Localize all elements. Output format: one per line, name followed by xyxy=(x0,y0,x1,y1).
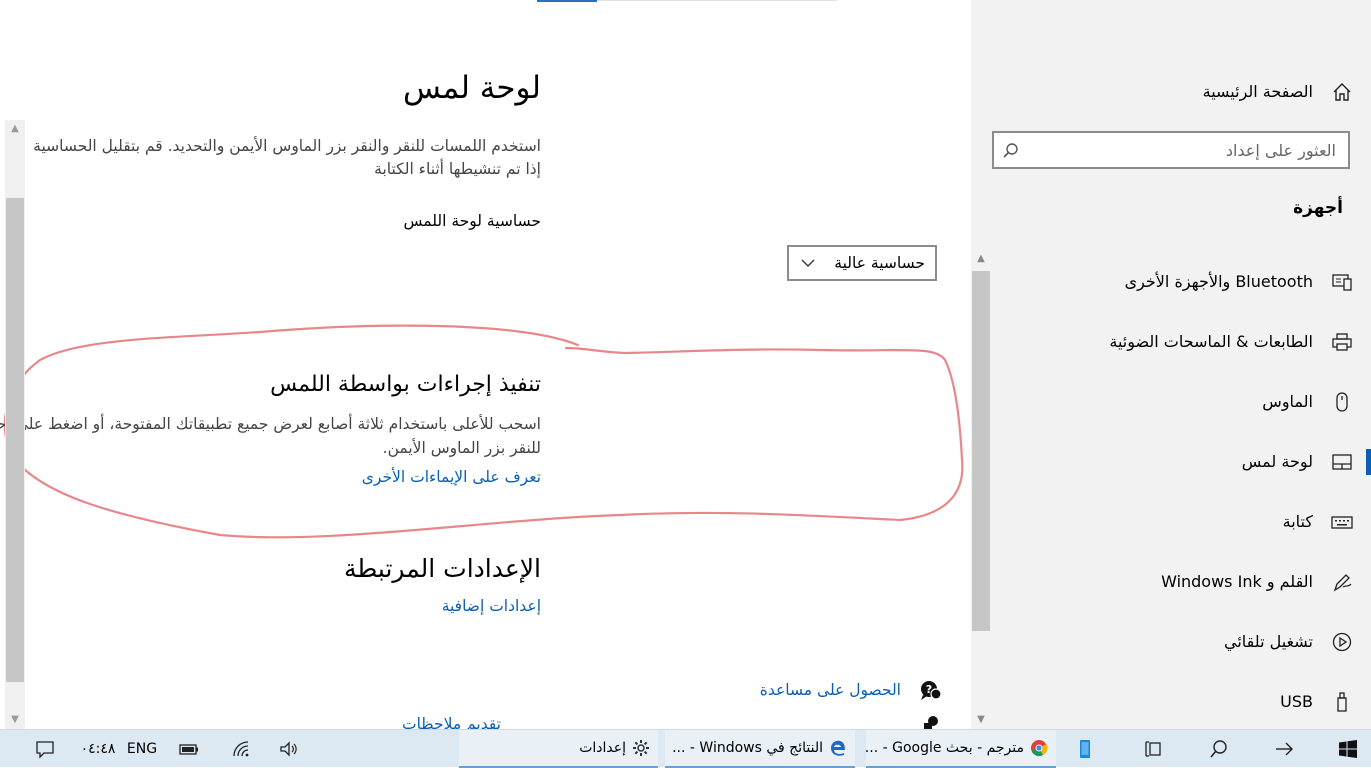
sidebar-item-autoplay[interactable]: تشغيل تلقائي xyxy=(971,622,1371,662)
scroll-up-icon[interactable]: ▲ xyxy=(5,120,25,138)
search-input[interactable]: العثور على إعداد xyxy=(992,131,1350,169)
battery-icon[interactable] xyxy=(176,730,202,768)
description-line-2: إذا تم تنشيطها أثناء الكتابة xyxy=(374,160,541,178)
sidebar-item-mouse[interactable]: الماوس xyxy=(971,382,1371,422)
scroll-up-icon[interactable]: ▲ xyxy=(971,250,991,268)
touch-actions-description: اسحب للأعلى باستخدام ثلاثة أصابع لعرض جم… xyxy=(0,412,541,460)
related-settings-heading: الإعدادات المرتبطة xyxy=(344,554,541,583)
touchpad-icon xyxy=(1331,451,1353,473)
sidebar-scrollbar[interactable]: ▲ ▼ xyxy=(971,250,991,729)
sensitivity-dropdown[interactable]: حساسية عالية xyxy=(787,245,937,281)
home-icon xyxy=(1331,81,1353,103)
sensitivity-value: حساسية عالية xyxy=(834,254,925,272)
sidebar-item-pen[interactable]: القلم و Windows Ink xyxy=(971,562,1371,602)
touch-actions-heading: تنفيذ إجراءات بواسطة اللمس xyxy=(270,372,541,397)
sidebar-item-typing[interactable]: كتابة xyxy=(971,502,1371,542)
scroll-down-icon[interactable]: ▼ xyxy=(5,711,25,729)
usb-icon xyxy=(1331,691,1353,713)
sidebar-item-label: الماوس xyxy=(1262,392,1313,411)
taskbar: ٠٤:٤٨ ENG إعدادات النتائج في Windows - .… xyxy=(0,729,1371,768)
sidebar-item-bluetooth[interactable]: Bluetooth والأجهزة الأخرى xyxy=(971,262,1371,302)
bluetooth-devices-icon xyxy=(1331,271,1353,293)
feedback-link[interactable]: تقديم ملاحظات xyxy=(402,715,501,729)
language-indicator[interactable]: ENG xyxy=(124,730,160,768)
sidebar-item-label: تشغيل تلقائي xyxy=(1224,632,1313,651)
sidebar-item-label: كتابة xyxy=(1282,512,1313,531)
sidebar-item-label: USB xyxy=(1280,692,1313,711)
pen-icon xyxy=(1331,571,1353,593)
main-content: لوحة لمس استخدم اللمسات للنقر والنقر بزر… xyxy=(0,0,971,729)
edge-icon xyxy=(831,740,845,756)
scroll-down-icon[interactable]: ▼ xyxy=(971,711,991,729)
taskbar-search-icon[interactable] xyxy=(1206,730,1232,768)
keyboard-icon xyxy=(1331,511,1353,533)
learn-gestures-link[interactable]: تعرف على الإيماءات الأخرى xyxy=(362,468,541,486)
taskbar-app-edge[interactable]: النتائج في Windows - ... xyxy=(665,730,855,768)
get-help-link[interactable]: الحصول على مساعدة xyxy=(760,681,901,699)
chrome-icon xyxy=(1031,740,1048,757)
volume-icon[interactable] xyxy=(276,730,302,768)
description-line-1: استخدم اللمسات للنقر والنقر بزر الماوس ا… xyxy=(33,137,541,155)
sidebar-item-label: الصفحة الرئيسية xyxy=(1202,82,1313,101)
sidebar-item-label: الطابعات & الماسحات الضوئية xyxy=(1109,332,1313,351)
mouse-icon xyxy=(1331,391,1353,413)
settings-sidebar: الصفحة الرئيسية العثور على إعداد أجهزة B… xyxy=(971,0,1371,729)
top-active-indicator xyxy=(537,0,597,2)
sidebar-item-label: Bluetooth والأجهزة الأخرى xyxy=(1124,272,1313,291)
phone-app-icon[interactable] xyxy=(1072,730,1098,768)
sidebar-item-label: لوحة لمس xyxy=(1241,452,1313,471)
search-placeholder: العثور على إعداد xyxy=(1225,141,1336,160)
sidebar-item-touchpad[interactable]: لوحة لمس xyxy=(971,442,1371,482)
sidebar-item-label: القلم و Windows Ink xyxy=(1161,572,1313,591)
touch-desc-line-1: اسحب للأعلى باستخدام ثلاثة أصابع لعرض جم… xyxy=(0,415,541,433)
wifi-icon[interactable] xyxy=(228,730,254,768)
sidebar-item-printers[interactable]: الطابعات & الماسحات الضوئية xyxy=(971,322,1371,362)
page-description: استخدم اللمسات للنقر والنقر بزر الماوس ا… xyxy=(0,135,541,181)
gear-icon xyxy=(633,740,649,756)
taskbar-app-settings[interactable]: إعدادات xyxy=(459,730,658,768)
search-icon xyxy=(1003,143,1018,158)
clock[interactable]: ٠٤:٤٨ xyxy=(78,730,118,768)
sidebar-item-usb[interactable]: USB xyxy=(971,682,1371,722)
sidebar-scrollbar-thumb[interactable] xyxy=(972,271,990,631)
touch-desc-line-2: للنقر بزر الماوس الأيمن. xyxy=(382,439,541,457)
windows-start-icon[interactable] xyxy=(1334,730,1362,768)
additional-settings-link[interactable]: إعدادات إضافية xyxy=(442,597,541,615)
taskbar-app-chrome[interactable]: مترجم - بحث Google - ... xyxy=(866,730,1056,768)
arrow-right-icon[interactable] xyxy=(1271,730,1297,768)
main-scrollbar-thumb[interactable] xyxy=(6,198,24,682)
devices-section-heading: أجهزة xyxy=(1293,198,1343,218)
taskbar-app-label: إعدادات xyxy=(579,740,626,756)
feedback-icon xyxy=(924,716,938,729)
action-center-icon[interactable] xyxy=(32,730,58,768)
get-help-row[interactable]: الحصول على مساعدة ? xyxy=(700,677,943,707)
chevron-down-icon xyxy=(801,259,815,267)
page-title: لوحة لمس xyxy=(403,70,541,106)
task-view-icon[interactable] xyxy=(1141,730,1167,768)
help-chat-icon: ? xyxy=(921,681,942,700)
autoplay-icon xyxy=(1331,631,1353,653)
svg-text:?: ? xyxy=(926,683,932,696)
main-scrollbar[interactable]: ▲ ▼ xyxy=(5,120,25,729)
sidebar-item-home[interactable]: الصفحة الرئيسية xyxy=(971,72,1371,112)
taskbar-app-label: مترجم - بحث Google - ... xyxy=(866,740,1024,756)
taskbar-app-label: النتائج في Windows - ... xyxy=(672,740,823,756)
sensitivity-label: حساسية لوحة اللمس xyxy=(403,212,541,230)
selected-indicator xyxy=(1366,449,1371,475)
printer-icon xyxy=(1331,331,1353,353)
